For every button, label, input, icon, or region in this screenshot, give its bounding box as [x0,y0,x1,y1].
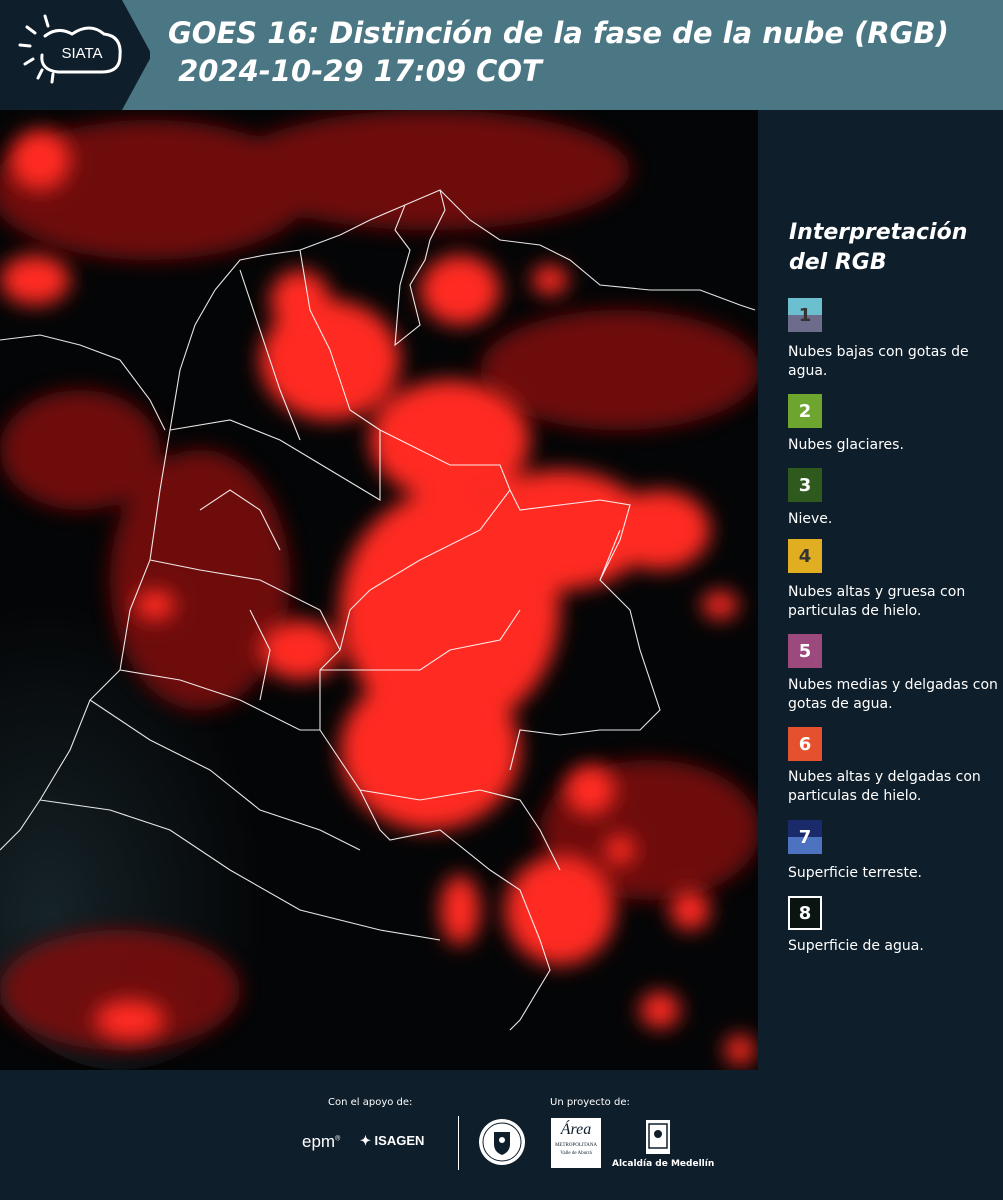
legend-title: Interpretación del RGB [789,220,968,275]
alcaldia-shield-icon [646,1120,670,1154]
area-sub: METROPOLITANA [554,1143,598,1148]
legend-number: 5 [798,640,812,662]
legend-label-5: Nubes medias y delgadas con gotas de agu… [788,677,998,712]
rgb-cloud-phase-image [0,110,758,1070]
title-line-1: GOES 16: Distinción de la fase de la nub… [168,16,949,50]
area-text: Área [560,1121,592,1138]
area-sub2: Valle de Aburrá [560,1151,592,1156]
legend-swatch-8: 8 [788,896,822,930]
legend-number: 7 [798,826,812,848]
legend-label-6: Nubes altas y delgadas con particulas de… [788,769,981,804]
legend-number: 6 [798,733,812,755]
svg-text:SIATA: SIATA [61,45,102,62]
legend-panel: Interpretación del RGB 1 Nubes bajas con… [760,110,1003,1070]
legend-number: 4 [798,545,812,567]
legend-swatch-1: 1 [788,298,822,332]
legend-swatch-5: 5 [788,634,822,668]
legend-swatch-6: 6 [788,727,822,761]
footer-divider [458,1116,459,1170]
footer: Con el apoyo de: Un proyecto de: epm® ✦ … [0,1070,1003,1200]
page-title: GOES 16: Distinción de la fase de la nub… [168,14,949,90]
legend-label-3: Nieve. [788,511,833,527]
legend-label-8: Superficie de agua. [788,938,924,954]
legend-number: 1 [798,304,812,326]
legend-swatch-3: 3 [788,468,822,502]
legend-number: 8 [798,902,812,924]
legend-swatch-4: 4 [788,539,822,573]
satellite-map[interactable] [0,110,758,1070]
isagen-icon: ✦ [360,1133,371,1148]
alcaldia-label: Alcaldía de Medellín [612,1159,715,1169]
legend-number: 3 [798,474,812,496]
legend-label-2: Nubes glaciares. [788,437,904,453]
legend-swatch-7: 7 [788,820,822,854]
legend-label-7: Superficie terreste. [788,865,923,881]
medellin-seal-icon [479,1119,525,1165]
project-label: Un proyecto de: [550,1097,630,1108]
siata-logo: SIATA [0,0,150,110]
support-label: Con el apoyo de: [328,1097,413,1108]
area-metropolitana-logo: Área METROPOLITANA Valle de Aburrá [551,1118,601,1168]
isagen-logo: ✦ ISAGEN [360,1133,425,1148]
legend-label-4: Nubes altas y gruesa con particulas de h… [788,584,966,619]
legend-label-1: Nubes bajas con gotas de agua. [788,344,969,379]
legend-number: 2 [798,400,812,422]
title-line-2: 2024-10-29 17:09 COT [168,54,542,88]
epm-logo: epm® [302,1132,341,1151]
header-bar: SIATA GOES 16: Distinción de la fase de … [0,0,1003,110]
legend-swatch-2: 2 [788,394,822,428]
